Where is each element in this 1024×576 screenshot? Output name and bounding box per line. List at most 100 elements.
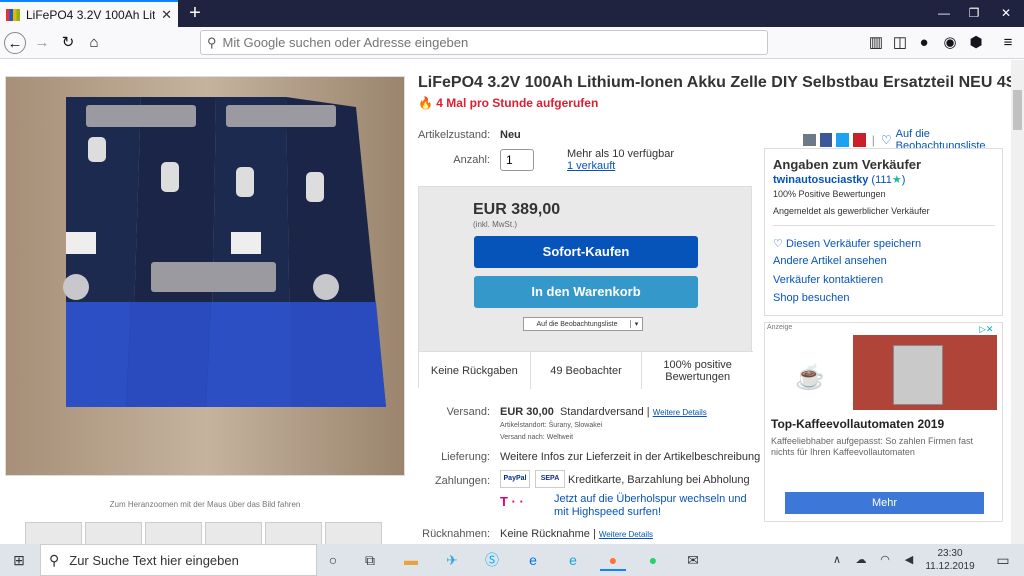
close-window-icon[interactable]: ✕	[990, 0, 1022, 27]
minimize-icon[interactable]: —	[928, 0, 960, 27]
location-label: Artikelstandort:	[500, 422, 547, 429]
views-text: 4 Mal pro Stunde aufgerufen	[436, 96, 599, 110]
ebay-favicon-icon	[6, 8, 20, 21]
adchoices-icon[interactable]: ▷✕	[979, 324, 993, 335]
returns-label: Rücknahmen:	[422, 528, 490, 540]
seller-feedback: 100% Positive Bewertungen	[773, 189, 886, 199]
telekom-logo: T · ·	[500, 494, 524, 509]
url-bar[interactable]: ⚲	[200, 30, 768, 55]
home-icon[interactable]: ⌂	[83, 32, 105, 54]
clock[interactable]: 23:30 11.12.2019	[922, 547, 978, 573]
sold-link[interactable]: 1 verkauft	[567, 160, 615, 172]
battery-photo	[6, 77, 404, 475]
seller-name-link[interactable]: twinautosuciastky	[773, 174, 868, 186]
pinterest-icon[interactable]	[853, 133, 866, 147]
search-icon: ⚲	[49, 551, 60, 568]
restore-icon[interactable]: ❐	[958, 0, 990, 27]
condition-value: Neu	[500, 129, 521, 141]
tray-chevron-icon[interactable]: ∧	[824, 549, 850, 571]
email-icon[interactable]	[803, 134, 816, 146]
returns-info: Keine Rücknahme | Weitere Details	[500, 528, 653, 540]
payment-methods: Kreditkarte, Barzahlung bei Abholung	[568, 474, 750, 486]
menu-icon[interactable]: ≡	[997, 32, 1019, 54]
thumbnail[interactable]	[265, 522, 322, 544]
ships-to-row: Versand nach: Weltweit	[500, 434, 573, 441]
product-image[interactable]	[5, 76, 405, 476]
ad-more-button[interactable]: Mehr	[785, 492, 984, 514]
contact-seller-link[interactable]: Verkäufer kontaktieren	[773, 274, 883, 286]
file-explorer-icon[interactable]: ▬	[398, 549, 424, 571]
edge-icon[interactable]: e	[520, 549, 546, 571]
twitter-icon[interactable]	[836, 133, 850, 147]
thumbnail[interactable]	[145, 522, 202, 544]
onedrive-icon[interactable]: ☁	[848, 549, 874, 571]
page-content: Zum Heranzoomen mit der Maus über das Bi…	[0, 60, 1011, 544]
taskbar-search[interactable]: ⚲ Zur Suche Text hier eingeben	[40, 544, 317, 576]
addon-icon[interactable]: ⬢	[965, 32, 987, 54]
delivery-label: Lieferung:	[441, 451, 490, 463]
mail-icon[interactable]: ✉	[680, 549, 706, 571]
close-tab-icon[interactable]: ✕	[161, 7, 172, 23]
watchlist-dropdown[interactable]: Auf die Beobachtungsliste ▾	[523, 317, 643, 331]
fire-icon: 🔥	[418, 96, 433, 110]
visit-shop-link[interactable]: Shop besuchen	[773, 292, 849, 304]
thumbnail[interactable]	[85, 522, 142, 544]
availability: Mehr als 10 verfügbar	[567, 148, 674, 160]
returns-details-link[interactable]: Weitere Details	[599, 530, 653, 539]
returns-value: Keine Rücknahme	[500, 528, 590, 540]
save-seller-row[interactable]: ♡ Diesen Verkäufer speichern	[773, 237, 921, 250]
taskbar: ⊞ ⚲ Zur Suche Text hier eingeben ○ ⧉ ▬ ✈…	[0, 544, 1024, 576]
other-items-link[interactable]: Andere Artikel ansehen	[773, 255, 887, 267]
date: 11.12.2019	[925, 561, 975, 572]
delivery-value: Weitere Infos zur Lieferzeit in der Arti…	[500, 451, 761, 463]
views-badge: 🔥 4 Mal pro Stunde aufgerufen	[418, 96, 598, 110]
listing-title: LiFePO4 3.2V 100Ah Lithium-Ionen Akku Ze…	[418, 74, 1011, 91]
skype-icon[interactable]: Ⓢ	[479, 549, 505, 571]
heart-icon[interactable]: ♡	[881, 133, 892, 147]
scrollbar[interactable]	[1011, 60, 1024, 544]
quantity-input[interactable]	[500, 149, 534, 171]
seller-box: Angaben zum Verkäufer twinautosuciastky …	[764, 148, 1003, 316]
save-seller-link[interactable]: Diesen Verkäufer speichern	[786, 238, 921, 250]
notifications-icon[interactable]: ▭	[990, 549, 1016, 571]
facebook-icon[interactable]	[819, 133, 833, 147]
advertisement[interactable]: Anzeige ▷✕ ☕ Top-Kaffeevollautomaten 201…	[764, 322, 1003, 522]
sidebar-icon[interactable]: ◫	[889, 32, 911, 54]
internet-explorer-icon[interactable]: e	[560, 549, 586, 571]
account-icon[interactable]: ●	[913, 32, 935, 54]
star-icon: ★	[891, 174, 902, 186]
scrollbar-thumb[interactable]	[1013, 90, 1022, 130]
telegram-icon[interactable]: ✈	[439, 549, 465, 571]
firefox-icon[interactable]: ●	[600, 549, 626, 571]
buy-now-button[interactable]: Sofort-Kaufen	[474, 236, 698, 268]
ad-title: Top-Kaffeevollautomaten 2019	[771, 417, 945, 431]
tab-title: LiFePO4 3.2V 100Ah Lithium-Io	[26, 7, 156, 22]
library-icon[interactable]: ▥	[865, 32, 887, 54]
browser-tab[interactable]: LiFePO4 3.2V 100Ah Lithium-Io ✕	[0, 0, 178, 27]
forward-icon[interactable]: →	[31, 32, 53, 54]
thumbnail[interactable]	[205, 522, 262, 544]
price: EUR 389,00	[473, 201, 561, 218]
url-input[interactable]	[222, 35, 743, 50]
condition-label: Artikelzustand:	[418, 129, 491, 141]
wifi-icon[interactable]: ◠	[872, 549, 898, 571]
paypal-icon: PayPal	[500, 470, 530, 488]
task-view-icon[interactable]: ⧉	[357, 549, 383, 571]
watchlist-button-label: Auf die Beobachtungsliste	[536, 320, 618, 328]
cortana-icon[interactable]: ○	[320, 549, 346, 571]
thumbnail[interactable]	[325, 522, 382, 544]
shipping-details-link[interactable]: Weitere Details	[653, 408, 707, 417]
thumbnail[interactable]	[25, 522, 82, 544]
whatsapp-icon[interactable]: ●	[640, 549, 666, 571]
back-icon[interactable]: ←	[4, 32, 26, 54]
new-tab-icon[interactable]: +	[184, 2, 206, 24]
reload-icon[interactable]: ↻	[57, 32, 79, 54]
search-icon: ⚲	[207, 34, 217, 50]
stats-row: Keine Rückgaben 49 Beobachter 100% posit…	[419, 351, 753, 389]
volume-icon[interactable]: ◀	[896, 549, 922, 571]
add-to-cart-button[interactable]: In den Warenkorb	[474, 276, 698, 308]
telekom-promo-link[interactable]: Jetzt auf die Überholspur wechseln und m…	[554, 493, 754, 519]
extension-icon[interactable]: ◉	[939, 32, 961, 54]
zoom-hint: Zum Heranzoomen mit der Maus über das Bi…	[109, 500, 301, 509]
windows-start-icon[interactable]: ⊞	[6, 549, 32, 571]
